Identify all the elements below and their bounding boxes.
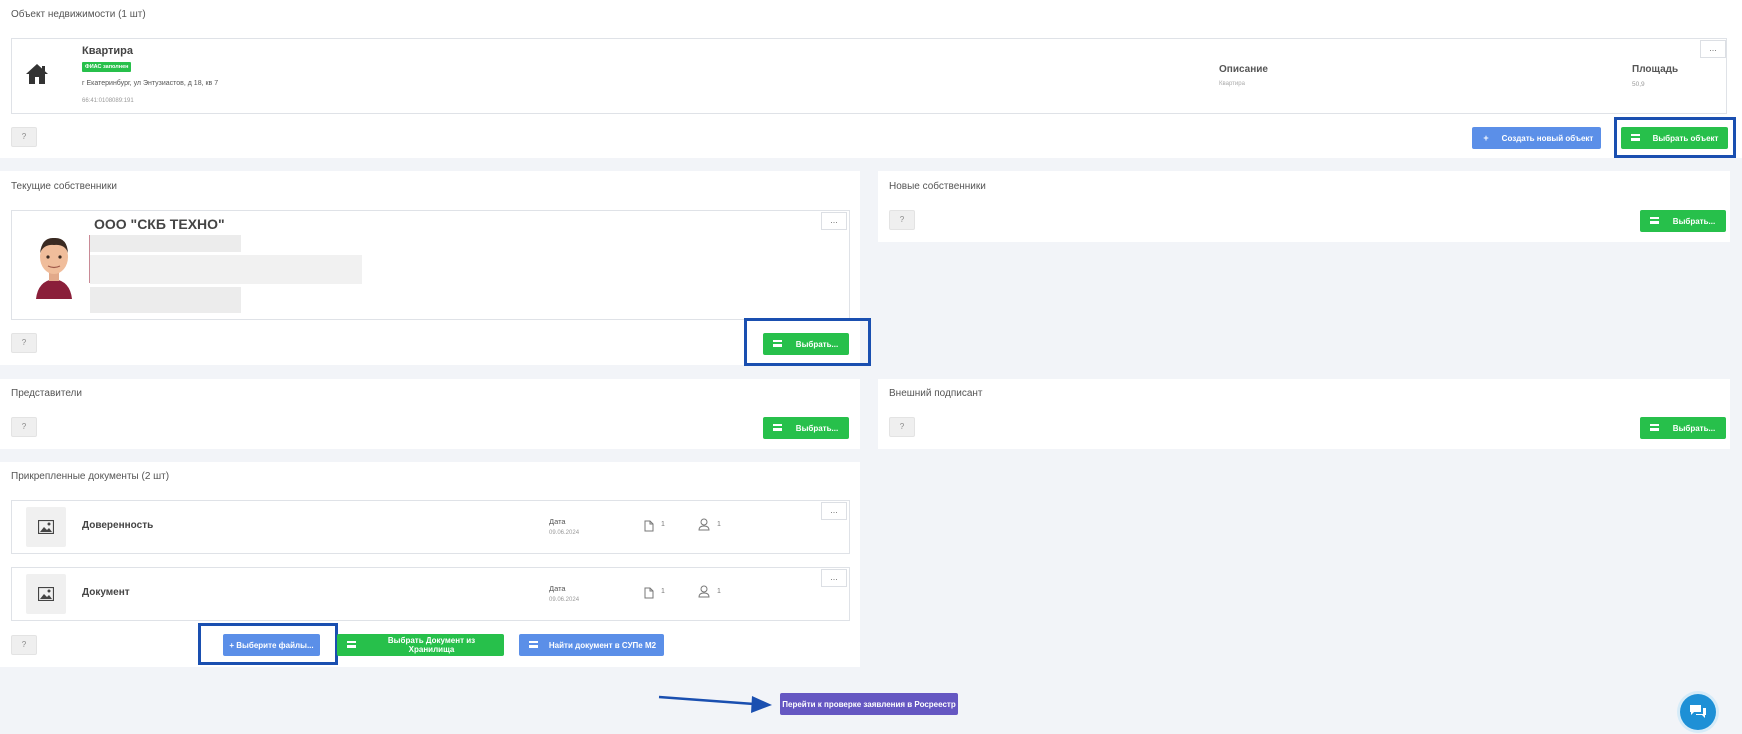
external-signer-panel <box>878 379 1730 449</box>
image-icon <box>26 574 66 614</box>
current-owners-select-label: Выбрать... <box>795 339 839 349</box>
find-in-supe-label: Найти документ в СУПе М2 <box>548 640 657 650</box>
current-owners-select-button[interactable]: Выбрать... <box>763 333 849 355</box>
avatar <box>34 233 74 304</box>
owner-card[interactable]: ООО "СКБ ТЕХНО" ... <box>11 210 850 320</box>
new-owners-select-button[interactable]: Выбрать... <box>1640 210 1726 232</box>
document-date-label: Дата <box>549 517 566 526</box>
representatives-help-button[interactable]: ? <box>11 417 37 437</box>
list-icon <box>1640 423 1668 433</box>
select-from-storage-label: Выбрать Документ из Хранилища <box>387 636 476 654</box>
select-object-button[interactable]: Выбрать объект <box>1621 127 1728 149</box>
list-icon <box>763 423 791 433</box>
user-icon <box>698 518 711 536</box>
choose-files-label: + Выберите файлы... <box>229 640 314 650</box>
home-icon <box>25 63 49 90</box>
documents-help-button[interactable]: ? <box>11 635 37 655</box>
external-signer-title: Внешний подписант <box>889 388 983 399</box>
document-file-count: 1 <box>661 521 665 528</box>
image-icon <box>26 507 66 547</box>
fias-badge: ФИАС заполнен <box>82 62 132 72</box>
document-row[interactable]: Документ Дата 09.06.2024 1 1 ... <box>11 567 850 621</box>
file-icon <box>644 586 654 604</box>
external-signer-select-button[interactable]: Выбрать... <box>1640 417 1726 439</box>
list-icon <box>337 640 365 650</box>
new-owners-help-button[interactable]: ? <box>889 210 915 230</box>
external-signer-help-button[interactable]: ? <box>889 417 915 437</box>
owner-name: ООО "СКБ ТЕХНО" <box>94 216 225 232</box>
representatives-select-button[interactable]: Выбрать... <box>763 417 849 439</box>
document-name: Документ <box>82 587 130 598</box>
document-more-button[interactable]: ... <box>821 569 847 587</box>
document-date: 09.06.2024 <box>549 530 580 536</box>
owner-detail-blurred-2 <box>90 255 362 284</box>
list-icon <box>1621 133 1649 143</box>
select-from-storage-button[interactable]: Выбрать Документ из Хранилища <box>337 634 504 656</box>
document-row[interactable]: Доверенность Дата 09.06.2024 1 1 ... <box>11 500 850 554</box>
create-object-label: Создать новый объект <box>1501 133 1594 143</box>
object-card[interactable]: Квартира ФИАС заполнен г Екатеринбург, у… <box>11 38 1727 114</box>
user-icon <box>698 585 711 603</box>
list-icon <box>763 339 791 349</box>
description-value: Квартира <box>1219 81 1245 87</box>
document-date: 09.06.2024 <box>549 597 580 603</box>
plus-icon: + <box>1483 133 1489 143</box>
area-value: 50,9 <box>1632 81 1645 88</box>
external-signer-select-label: Выбрать... <box>1672 423 1716 433</box>
object-help-button[interactable]: ? <box>11 127 37 147</box>
chat-button[interactable] <box>1680 694 1716 730</box>
description-label: Описание <box>1219 64 1268 75</box>
object-more-button[interactable]: ... <box>1700 40 1726 58</box>
document-signer-count: 1 <box>717 588 721 595</box>
current-owners-title: Текущие собственники <box>11 181 117 192</box>
list-icon <box>1640 216 1668 226</box>
current-owners-help-button[interactable]: ? <box>11 333 37 353</box>
document-date-label: Дата <box>549 584 566 593</box>
owner-more-button[interactable]: ... <box>821 212 847 230</box>
object-cadastral: 66:41:0108089:191 <box>82 98 134 104</box>
area-label: Площадь <box>1632 64 1679 75</box>
object-name: Квартира <box>82 45 134 57</box>
document-signer-count: 1 <box>717 521 721 528</box>
find-in-supe-button[interactable]: Найти документ в СУПе М2 <box>519 634 664 656</box>
proceed-to-check-button[interactable]: Перейти к проверке заявления в Росреестр <box>780 693 958 715</box>
new-owners-panel <box>878 171 1730 242</box>
owner-detail-blurred-1 <box>90 235 241 252</box>
representatives-panel <box>0 379 860 449</box>
file-icon <box>644 519 654 537</box>
new-owners-select-label: Выбрать... <box>1672 216 1716 226</box>
document-more-button[interactable]: ... <box>821 502 847 520</box>
representatives-title: Представители <box>11 388 82 399</box>
representatives-select-label: Выбрать... <box>795 423 839 433</box>
proceed-to-check-label: Перейти к проверке заявления в Росреестр <box>782 699 956 709</box>
arrow-icon <box>658 692 774 721</box>
object-section-title: Объект недвижимости (1 шт) <box>11 9 146 20</box>
new-owners-title: Новые собственники <box>889 181 986 192</box>
documents-title: Прикрепленные документы (2 шт) <box>11 471 170 482</box>
document-name: Доверенность <box>82 520 154 531</box>
owner-detail-blurred-3 <box>90 287 241 313</box>
choose-files-button[interactable]: + Выберите файлы... <box>223 634 320 656</box>
list-icon <box>519 640 547 650</box>
document-file-count: 1 <box>661 588 665 595</box>
object-address: г Екатеринбург, ул Энтузиастов, д 18, кв… <box>82 80 219 87</box>
create-object-button[interactable]: + Создать новый объект <box>1472 127 1601 149</box>
chat-icon <box>1689 704 1707 725</box>
select-object-label: Выбрать объект <box>1652 133 1719 143</box>
